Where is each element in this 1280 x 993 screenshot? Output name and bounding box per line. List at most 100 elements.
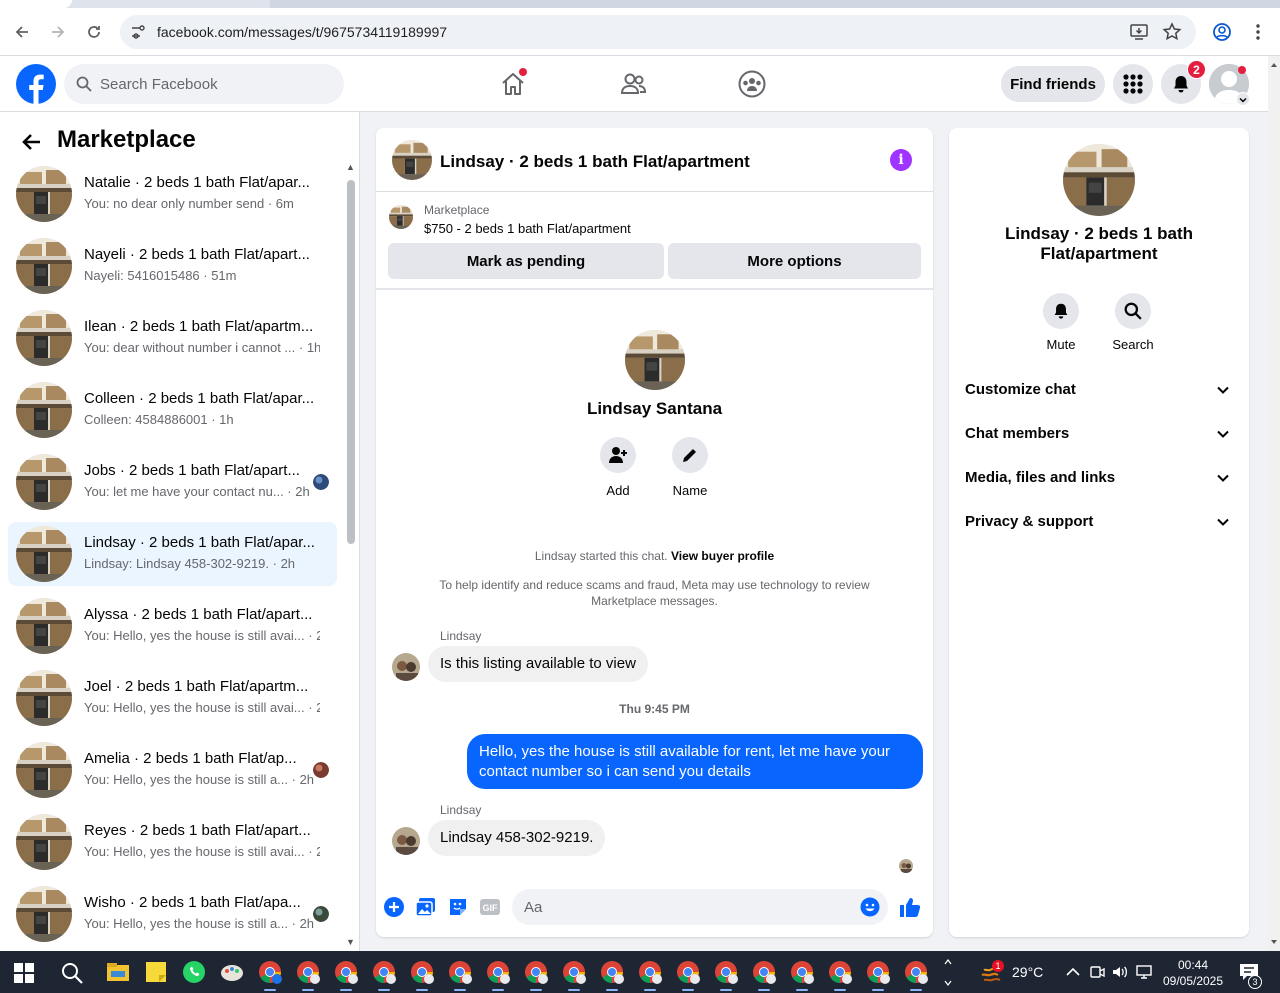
bookmark-star-icon[interactable] (1162, 22, 1182, 42)
home-nav[interactable] (495, 66, 531, 102)
account-chevron[interactable] (1236, 92, 1250, 106)
message-input[interactable] (524, 889, 844, 925)
gif-icon[interactable]: GIF (479, 896, 501, 918)
add-action[interactable]: Add (583, 437, 653, 498)
scrollbar-thumb[interactable] (347, 180, 355, 544)
taskbar-app-chrome-profile-icon[interactable] (371, 959, 397, 991)
scroll-up-icon[interactable] (1268, 60, 1280, 70)
windows-start-icon[interactable] (14, 963, 34, 983)
forward-arrow-icon[interactable] (44, 18, 72, 46)
taskbar-app-chrome-profile-icon[interactable] (865, 959, 891, 991)
taskbar-app-chrome-profile-icon[interactable] (523, 959, 549, 991)
temperature[interactable]: 29°C (1012, 964, 1043, 980)
conversation-item[interactable]: Joel · 2 beds 1 bath Flat/apartm... You: … (8, 666, 337, 730)
menu-button[interactable] (1113, 64, 1153, 104)
conversation-item[interactable]: Ilean · 2 beds 1 bath Flat/apartm... You:… (8, 306, 337, 370)
view-buyer-profile-link[interactable]: View buyer profile (671, 549, 774, 563)
find-friends-button[interactable]: Find friends (1001, 66, 1105, 102)
install-app-icon[interactable] (1129, 22, 1149, 42)
taskbar-search-icon[interactable] (60, 961, 84, 985)
taskbar-app-chrome-profile-icon[interactable] (257, 959, 283, 991)
taskbar-app-chrome-profile-icon[interactable] (789, 959, 815, 991)
taskbar-app-chrome-profile-icon[interactable] (827, 959, 853, 991)
taskbar-app-chrome-profile-icon[interactable] (903, 959, 929, 991)
sender-avatar[interactable] (392, 653, 420, 681)
volume-icon[interactable] (1111, 963, 1129, 981)
mute-action[interactable]: Mute (1026, 293, 1096, 352)
plus-circle-icon[interactable] (383, 896, 405, 918)
conversation-item[interactable]: Lindsay · 2 beds 1 bath Flat/apar... Lind… (8, 522, 337, 586)
browser-menu-icon[interactable] (1244, 18, 1272, 46)
taskbar-app-chrome-profile-icon[interactable] (713, 959, 739, 991)
back-arrow-icon[interactable] (20, 130, 44, 154)
site-info-icon[interactable] (129, 23, 147, 41)
clock[interactable]: 00:44 09/05/2025 (1158, 957, 1228, 989)
name-action[interactable]: Name (655, 437, 725, 498)
address-bar[interactable]: facebook.com/messages/t/9675734119189997 (120, 15, 1196, 49)
scroll-up-icon[interactable]: ▲ (346, 162, 355, 172)
taskbar-app-chrome-profile-icon[interactable] (561, 959, 587, 991)
sidebar-scrollbar[interactable]: ▲ ▼ (342, 162, 355, 949)
listing-thumbnail[interactable] (389, 205, 413, 229)
reload-icon[interactable] (80, 18, 108, 46)
conversation-item[interactable]: Reyes · 2 beds 1 bath Flat/apart... You: … (8, 810, 337, 874)
photo-icon[interactable] (415, 896, 437, 918)
taskbar-app-paint-icon[interactable] (219, 959, 245, 985)
message-input-box[interactable] (512, 889, 888, 925)
listing-price[interactable]: $750 - 2 beds 1 bath Flat/apartment (424, 221, 631, 236)
sticker-icon[interactable] (447, 896, 469, 918)
taskbar-scroll[interactable] (943, 951, 953, 993)
taskbar-app-chrome-profile-icon[interactable] (675, 959, 701, 991)
page-scrollbar[interactable] (1268, 56, 1280, 951)
url-text[interactable]: facebook.com/messages/t/9675734119189997 (157, 24, 447, 40)
taskbar-app-chrome-profile-icon[interactable] (295, 959, 321, 991)
incoming-message[interactable]: Is this listing available to view (428, 646, 648, 682)
conversation-item[interactable]: Colleen · 2 beds 1 bath Flat/apar... Coll… (8, 378, 337, 442)
taskbar-app-file-explorer-icon[interactable] (105, 959, 131, 985)
network-icon[interactable] (1135, 963, 1153, 981)
taskbar-app-chrome-profile-icon[interactable] (409, 959, 435, 991)
outgoing-message[interactable]: Hello, yes the house is still available … (467, 734, 923, 789)
thumbs-up-icon[interactable] (899, 896, 921, 918)
scroll-down-icon[interactable] (1268, 937, 1280, 947)
sender-avatar[interactable] (392, 827, 420, 855)
back-arrow-icon[interactable] (8, 18, 36, 46)
scroll-down-icon[interactable] (943, 978, 953, 988)
taskbar-app-whatsapp-icon[interactable] (181, 959, 207, 985)
chat-listing-thumbnail[interactable] (392, 140, 432, 180)
search-action[interactable]: Search (1098, 293, 1168, 352)
buyer-name[interactable]: Lindsay Santana (376, 399, 933, 419)
taskbar-app-chrome-profile-icon[interactable] (485, 959, 511, 991)
chat-title[interactable]: Lindsay · 2 beds 1 bath Flat/apartment (440, 152, 750, 172)
chat-members-section[interactable]: Chat members (957, 414, 1241, 454)
details-title[interactable]: Lindsay · 2 beds 1 bath Flat/apartment (969, 224, 1229, 264)
conversation-item[interactable]: Natalie · 2 beds 1 bath Flat/apar... You:… (8, 162, 337, 226)
taskbar-app-chrome-profile-icon[interactable] (637, 959, 663, 991)
meet-now-icon[interactable] (1088, 963, 1106, 981)
customize-chat-section[interactable]: Customize chat (957, 370, 1241, 410)
taskbar-app-chrome-profile-icon[interactable] (447, 959, 473, 991)
facebook-search[interactable] (64, 64, 344, 104)
more-options-button[interactable]: More options (668, 243, 921, 279)
privacy-support-section[interactable]: Privacy & support (957, 502, 1241, 542)
scroll-down-icon[interactable]: ▼ (346, 937, 355, 947)
groups-nav[interactable] (734, 66, 770, 102)
conversation-item[interactable]: Nayeli · 2 beds 1 bath Flat/apart... Naye… (8, 234, 337, 298)
browser-tab[interactable] (0, 0, 72, 8)
profile-icon[interactable] (1208, 18, 1236, 46)
scroll-up-icon[interactable] (943, 957, 953, 967)
mark-as-pending-button[interactable]: Mark as pending (388, 243, 664, 279)
search-input[interactable] (100, 64, 330, 104)
conversation-item[interactable]: Amelia · 2 beds 1 bath Flat/ap... You: He… (8, 738, 337, 802)
conversation-item[interactable]: Wisho · 2 beds 1 bath Flat/apa... You: He… (8, 882, 337, 946)
show-hidden-icons-chevron-up-icon[interactable] (1064, 963, 1082, 981)
taskbar-app-chrome-profile-icon[interactable] (599, 959, 625, 991)
conversation-item[interactable]: Jobs · 2 beds 1 bath Flat/apart... You: l… (8, 450, 337, 514)
buyer-avatar[interactable] (625, 330, 685, 390)
taskbar-app-chrome-profile-icon[interactable] (751, 959, 777, 991)
facebook-logo-icon[interactable] (16, 64, 56, 104)
conversation-item[interactable]: Alyssa · 2 beds 1 bath Flat/apart... You:… (8, 594, 337, 658)
info-icon[interactable]: i (890, 149, 912, 171)
media-files-links-section[interactable]: Media, files and links (957, 458, 1241, 498)
details-listing-avatar[interactable] (1063, 144, 1135, 216)
